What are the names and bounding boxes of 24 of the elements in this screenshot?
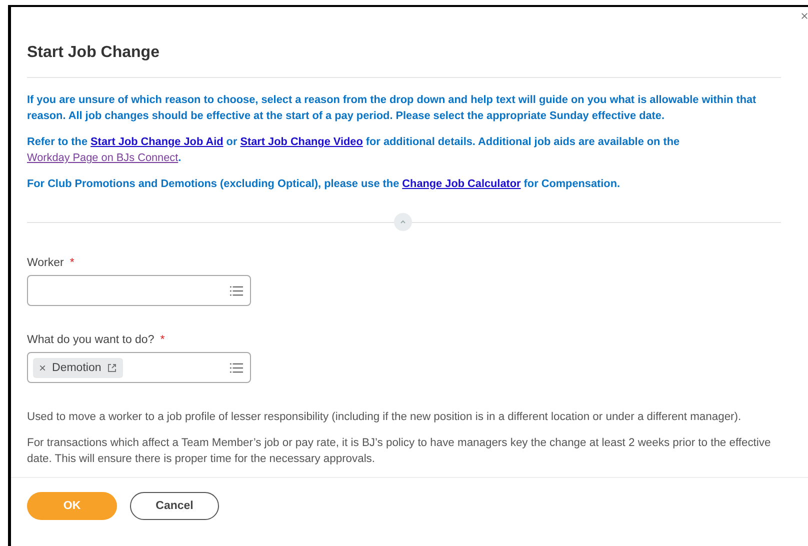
link[interactable]: Change Job Calculator xyxy=(402,178,521,190)
help-text: Used to move a worker to a job profile of lesser responsibility (including if the new position is in a different location or under a different manager). xyxy=(27,410,742,425)
instruction-text: Refer to the Start Job Change Job Aid or Start Job Change Video for additional details. Additional job aids are available on the Workday Page on BJs Connect. xyxy=(27,135,681,166)
selected-item-text: Demotion xyxy=(52,362,102,374)
external-link-icon[interactable] xyxy=(107,362,118,372)
link[interactable]: Workday Page on BJs Connect xyxy=(27,152,178,164)
required-mark: * xyxy=(160,334,165,346)
field-label: What do you want to do? xyxy=(27,334,154,346)
instruction-text: For Club Promotions and Demotions (excluding Optical), please use the Change Job Calculator for Compensation. xyxy=(27,177,622,192)
input-field[interactable] xyxy=(27,275,251,306)
instruction-text: If you are unsure of which reason to choose, select a reason from the drop down and help text will guide on you what is allowable within that reason. All job changes should be effective at the start of a pay period. Please select the appropriate Sunday effective date. xyxy=(27,93,758,124)
list-icon[interactable] xyxy=(230,286,243,296)
help-text: For transactions which affect a Team Member’s job or pay rate, it is BJ’s policy to have managers key the change at least 2 weeks prior to the effective date. This will ensure there is proper time for the necessary approvals. xyxy=(27,436,772,467)
link[interactable]: Start Job Change Video xyxy=(240,136,363,148)
remove-icon[interactable]: × xyxy=(39,360,46,374)
close-icon[interactable] xyxy=(801,12,808,20)
list-icon[interactable] xyxy=(230,363,243,373)
link[interactable]: Start Job Change Job Aid xyxy=(90,136,224,148)
required-mark: * xyxy=(70,257,74,269)
collapse-toggle[interactable] xyxy=(394,213,412,231)
dialog-title: Start Job Change xyxy=(27,43,160,63)
input-field[interactable]: × Demotion xyxy=(27,352,251,383)
field-label: Worker xyxy=(27,257,64,269)
cancel-button[interactable]: Cancel xyxy=(130,492,219,520)
